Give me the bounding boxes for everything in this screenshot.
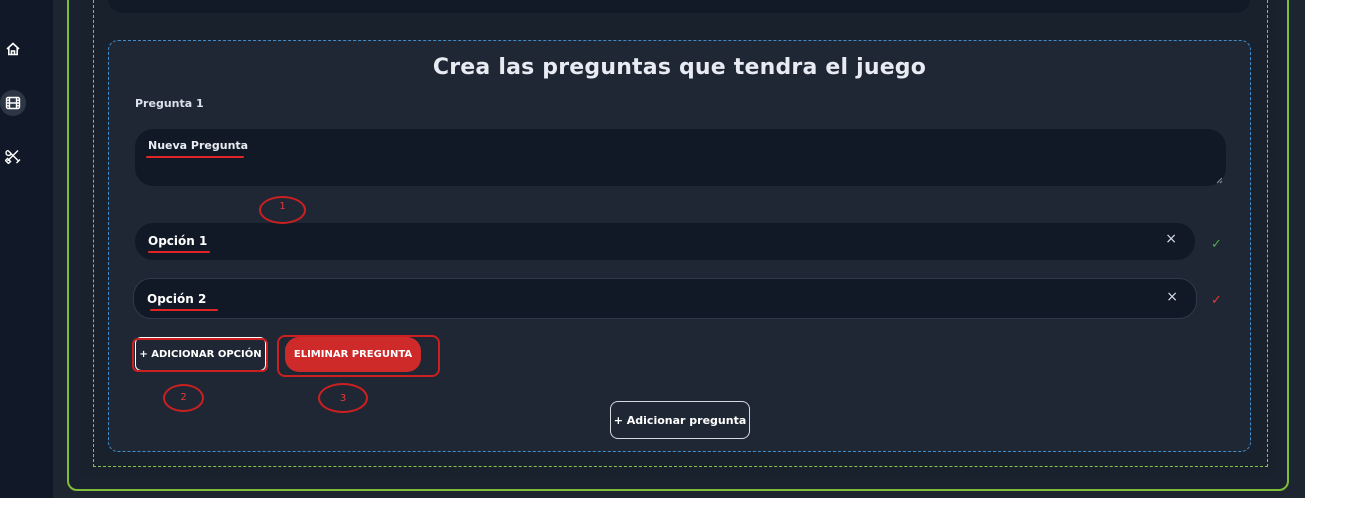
annotation-box-add-option [132, 338, 268, 372]
previous-section-bar [108, 0, 1250, 13]
option-input-2[interactable]: Opción 2 × [133, 278, 1197, 319]
check-incorrect-icon[interactable]: ✓ [1211, 293, 1222, 308]
close-icon[interactable]: × [1166, 289, 1178, 305]
sidebar [0, 0, 53, 498]
annotation-marker-3: 3 [318, 383, 368, 413]
section-title: Crea las preguntas que tendra el juego [432, 55, 927, 80]
annotation-underline [150, 309, 218, 311]
tools-icon[interactable] [0, 143, 26, 169]
question-textarea[interactable]: Nueva Pregunta [135, 129, 1226, 186]
close-icon[interactable]: × [1165, 231, 1177, 247]
resize-handle-icon[interactable] [1216, 177, 1223, 184]
question-label: Pregunta 1 [135, 97, 204, 110]
check-correct-icon[interactable]: ✓ [1211, 237, 1222, 252]
film-icon[interactable] [0, 90, 26, 116]
annotation-marker-2: 2 [163, 384, 204, 412]
annotation-number: 2 [180, 392, 187, 403]
add-question-button[interactable]: + Adicionar pregunta [610, 401, 750, 439]
home-icon[interactable] [0, 36, 26, 62]
app-window: Crea las preguntas que tendra el juego P… [0, 0, 1305, 498]
annotation-underline [148, 251, 210, 253]
annotation-box-delete-question [277, 335, 440, 377]
question-card: Crea las preguntas que tendra el juego P… [108, 40, 1251, 452]
option-2-label: Opción 2 [147, 292, 207, 306]
annotation-marker-1: 1 [259, 196, 306, 224]
annotation-number: 3 [339, 393, 347, 404]
annotation-number: 1 [279, 201, 286, 212]
option-input-1[interactable]: Opción 1 × [135, 223, 1195, 260]
annotation-underline [146, 156, 244, 158]
question-text-value: Nueva Pregunta [148, 139, 249, 152]
option-1-label: Opción 1 [148, 234, 208, 248]
